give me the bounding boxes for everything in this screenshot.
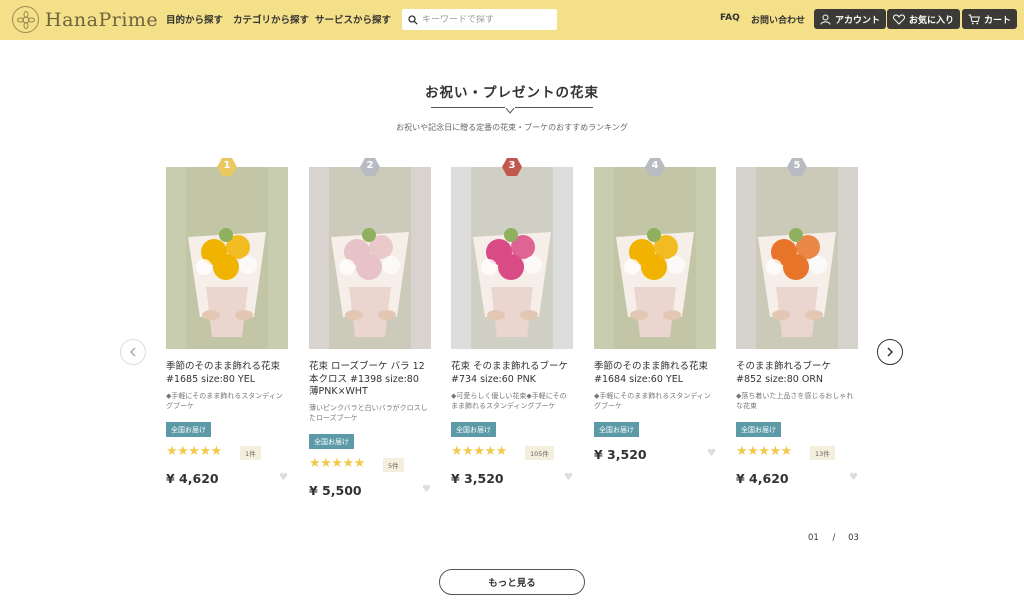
cart-button[interactable]: カート <box>962 9 1018 29</box>
logo-text: HanaPrime <box>45 8 159 31</box>
favorites-button[interactable]: お気に入り <box>887 9 961 29</box>
delivery-badge: 全国お届け <box>736 422 781 437</box>
chevron-right-icon <box>887 347 894 357</box>
site-header: HanaPrime 目的から探す カテゴリから探す サービスから探す FAQ お… <box>0 0 1024 40</box>
product-card[interactable]: 4 季節のそのまま飾れる花束 #1684 size:60 YEL ◆手軽にそのまま… <box>594 158 716 508</box>
rating-stars: ★★★★★ <box>736 444 792 459</box>
cart-icon <box>968 14 980 24</box>
rank-number: 5 <box>793 160 801 171</box>
search-box <box>402 9 557 30</box>
product-card[interactable]: 2 花束 ローズブーケ バラ 12本クロス #1398 size:80 薄PNK… <box>309 158 431 508</box>
rank-badge: 5 <box>787 158 807 176</box>
product-photo[interactable] <box>166 167 288 349</box>
rank-number: 3 <box>508 160 516 171</box>
product-description: 薄いピンクバラと白いバラがクロスしたローズブーケ <box>309 404 428 422</box>
product-photo[interactable] <box>594 167 716 349</box>
product-photo[interactable] <box>451 167 573 349</box>
product-name[interactable]: 花束 ローズブーケ バラ 12本クロス #1398 size:80 薄PNK×W… <box>309 361 431 399</box>
contact-link[interactable]: お問い合わせ <box>751 13 805 26</box>
favorite-heart-icon[interactable]: ♥ <box>564 472 573 483</box>
rank-badge: 1 <box>217 158 237 176</box>
product-description: ◆落ち着いた上品さを感じるおしゃれな花束 <box>736 392 854 410</box>
favorite-heart-icon[interactable]: ♥ <box>849 472 858 483</box>
more-button[interactable]: もっと見る <box>439 569 585 595</box>
section-subtitle: お祝いや記念日に贈る定番の花束・ブーケのおすすめランキング <box>396 123 628 132</box>
product-price: ¥ 5,500 <box>309 483 362 498</box>
product-description: ◆手軽にそのまま飾れるスタンディングブーケ <box>594 392 711 410</box>
logo[interactable]: HanaPrime <box>12 6 158 33</box>
product-photo[interactable] <box>309 167 431 349</box>
rank-badge: 4 <box>645 158 665 176</box>
cart-label: カート <box>984 15 1012 26</box>
section-title: お祝い・プレゼントの花束 <box>425 85 599 101</box>
product-name[interactable]: そのまま飾れるブーケ #852 size:80 ORN <box>736 361 858 386</box>
heart-icon <box>893 13 905 25</box>
title-notch-icon <box>505 107 515 114</box>
review-count[interactable]: 105件 <box>525 446 554 460</box>
review-count[interactable]: 5件 <box>383 458 404 472</box>
faq-link[interactable]: FAQ <box>720 13 740 23</box>
product-name[interactable]: 季節のそのまま飾れる花束 #1684 size:60 YEL <box>594 361 716 386</box>
delivery-badge: 全国お届け <box>166 422 211 437</box>
nav-purpose[interactable]: 目的から探す <box>166 12 223 26</box>
product-price: ¥ 3,520 <box>594 447 647 462</box>
product-name[interactable]: 季節のそのまま飾れる花束 #1685 size:80 YEL <box>166 361 288 386</box>
nav-service[interactable]: サービスから探す <box>315 12 391 26</box>
account-button[interactable]: アカウント <box>814 9 887 29</box>
favorites-label: お気に入り <box>909 15 955 26</box>
rank-number: 1 <box>223 160 231 171</box>
pager-separator: / <box>832 533 836 543</box>
product-card[interactable]: 3 花束 そのまま飾れるブーケ #734 size:60 PNK ◆可愛らしく優し… <box>451 158 573 508</box>
product-photo[interactable] <box>736 167 858 349</box>
product-price: ¥ 4,620 <box>736 471 789 486</box>
product-card[interactable]: 5 そのまま飾れるブーケ #852 size:80 ORN ◆落ち着いた上品さを感… <box>736 158 858 508</box>
search-input[interactable] <box>422 14 550 25</box>
product-price: ¥ 3,520 <box>451 471 504 486</box>
pager-current: 01 <box>808 533 819 543</box>
pager-total: 03 <box>848 533 859 543</box>
rank-number: 4 <box>651 160 659 171</box>
rank-badge: 2 <box>360 158 380 176</box>
product-description: ◆手軽にそのまま飾れるスタンディングブーケ <box>166 392 283 410</box>
delivery-badge: 全国お届け <box>451 422 496 437</box>
review-count[interactable]: 1件 <box>240 446 261 460</box>
search-icon <box>408 14 418 25</box>
chevron-left-icon <box>129 347 136 357</box>
product-card[interactable]: 1 季節のそのまま飾れる花束 #1685 size:80 YEL ◆手軽にそのまま… <box>166 158 288 508</box>
nav-category[interactable]: カテゴリから探す <box>233 12 309 26</box>
carousel-prev-button[interactable] <box>120 339 146 365</box>
delivery-badge: 全国お届け <box>594 422 639 437</box>
review-count[interactable]: 13件 <box>810 446 835 460</box>
logo-mark-icon <box>12 6 39 33</box>
favorite-heart-icon[interactable]: ♥ <box>279 472 288 483</box>
delivery-badge: 全国お届け <box>309 434 354 449</box>
rank-badge: 3 <box>502 158 522 176</box>
rating-stars: ★★★★★ <box>166 444 222 459</box>
carousel-next-button[interactable] <box>877 339 903 365</box>
rating-stars: ★★★★★ <box>309 456 365 471</box>
rank-number: 2 <box>366 160 374 171</box>
account-label: アカウント <box>835 15 881 26</box>
person-icon <box>820 14 831 25</box>
product-price: ¥ 4,620 <box>166 471 219 486</box>
favorite-heart-icon[interactable]: ♥ <box>422 484 431 495</box>
carousel-pager: 01 / 03 <box>808 533 859 543</box>
rating-stars: ★★★★★ <box>451 444 507 459</box>
product-description: ◆可愛らしく優しい花束◆手軽にそのまま飾れるスタンディングブーケ <box>451 392 567 410</box>
favorite-heart-icon[interactable]: ♥ <box>707 448 716 459</box>
product-name[interactable]: 花束 そのまま飾れるブーケ #734 size:60 PNK <box>451 361 573 386</box>
